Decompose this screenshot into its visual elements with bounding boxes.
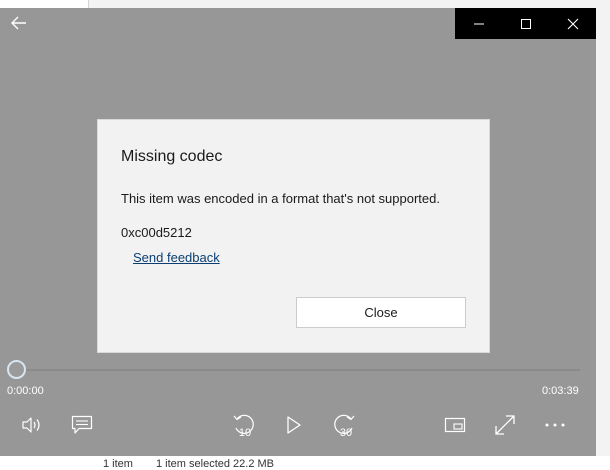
more-icon	[545, 423, 565, 427]
seek-bar-track[interactable]	[8, 369, 580, 371]
dialog-message: This item was encoded in a format that's…	[121, 191, 440, 206]
seek-bar-thumb[interactable]	[7, 360, 26, 379]
dialog-close-button[interactable]: Close	[296, 297, 466, 328]
play-icon	[287, 416, 301, 434]
more-options-button[interactable]	[538, 410, 572, 440]
arrow-left-icon	[11, 16, 26, 30]
missing-codec-dialog: Missing codec This item was encoded in a…	[97, 119, 490, 353]
captions-icon	[71, 415, 93, 434]
status-item-count: 1 item	[103, 458, 133, 470]
mini-view-button[interactable]	[438, 410, 472, 440]
dialog-title: Missing codec	[121, 148, 223, 165]
skip-forward-button[interactable]: 30	[327, 410, 361, 440]
background-window-scroll-edge	[596, 0, 610, 470]
send-feedback-link[interactable]: Send feedback	[133, 250, 220, 265]
volume-icon	[22, 417, 40, 433]
close-window-button[interactable]	[549, 8, 596, 39]
skip-forward-30-icon: 30	[334, 414, 355, 438]
skip-back-button[interactable]: 10	[227, 410, 261, 440]
total-time: 0:03:39	[542, 385, 579, 397]
close-icon	[567, 18, 578, 29]
skip-forward-label: 30	[340, 427, 352, 438]
maximize-button[interactable]	[502, 8, 549, 39]
mini-view-icon	[444, 417, 466, 433]
window-caption-buttons	[455, 8, 596, 39]
play-button[interactable]	[277, 410, 311, 440]
background-status-bar: 1 item 1 item selected 22.2 MB	[0, 456, 610, 470]
back-button[interactable]	[6, 10, 32, 36]
fullscreen-button[interactable]	[488, 410, 522, 440]
minimize-icon	[473, 23, 484, 24]
maximize-icon	[520, 18, 531, 29]
minimize-button[interactable]	[455, 8, 502, 39]
error-code: 0xc00d5212	[121, 225, 192, 240]
captions-button[interactable]	[65, 410, 99, 440]
fullscreen-icon	[495, 415, 515, 435]
skip-back-10-icon: 10	[233, 414, 254, 438]
skip-back-label: 10	[239, 427, 251, 438]
status-selection: 1 item selected 22.2 MB	[156, 458, 275, 470]
media-player-window: Missing codec This item was encoded in a…	[0, 8, 596, 456]
volume-button[interactable]	[15, 410, 49, 440]
current-time: 0:00:00	[7, 385, 44, 397]
background-window-edge	[88, 0, 610, 8]
